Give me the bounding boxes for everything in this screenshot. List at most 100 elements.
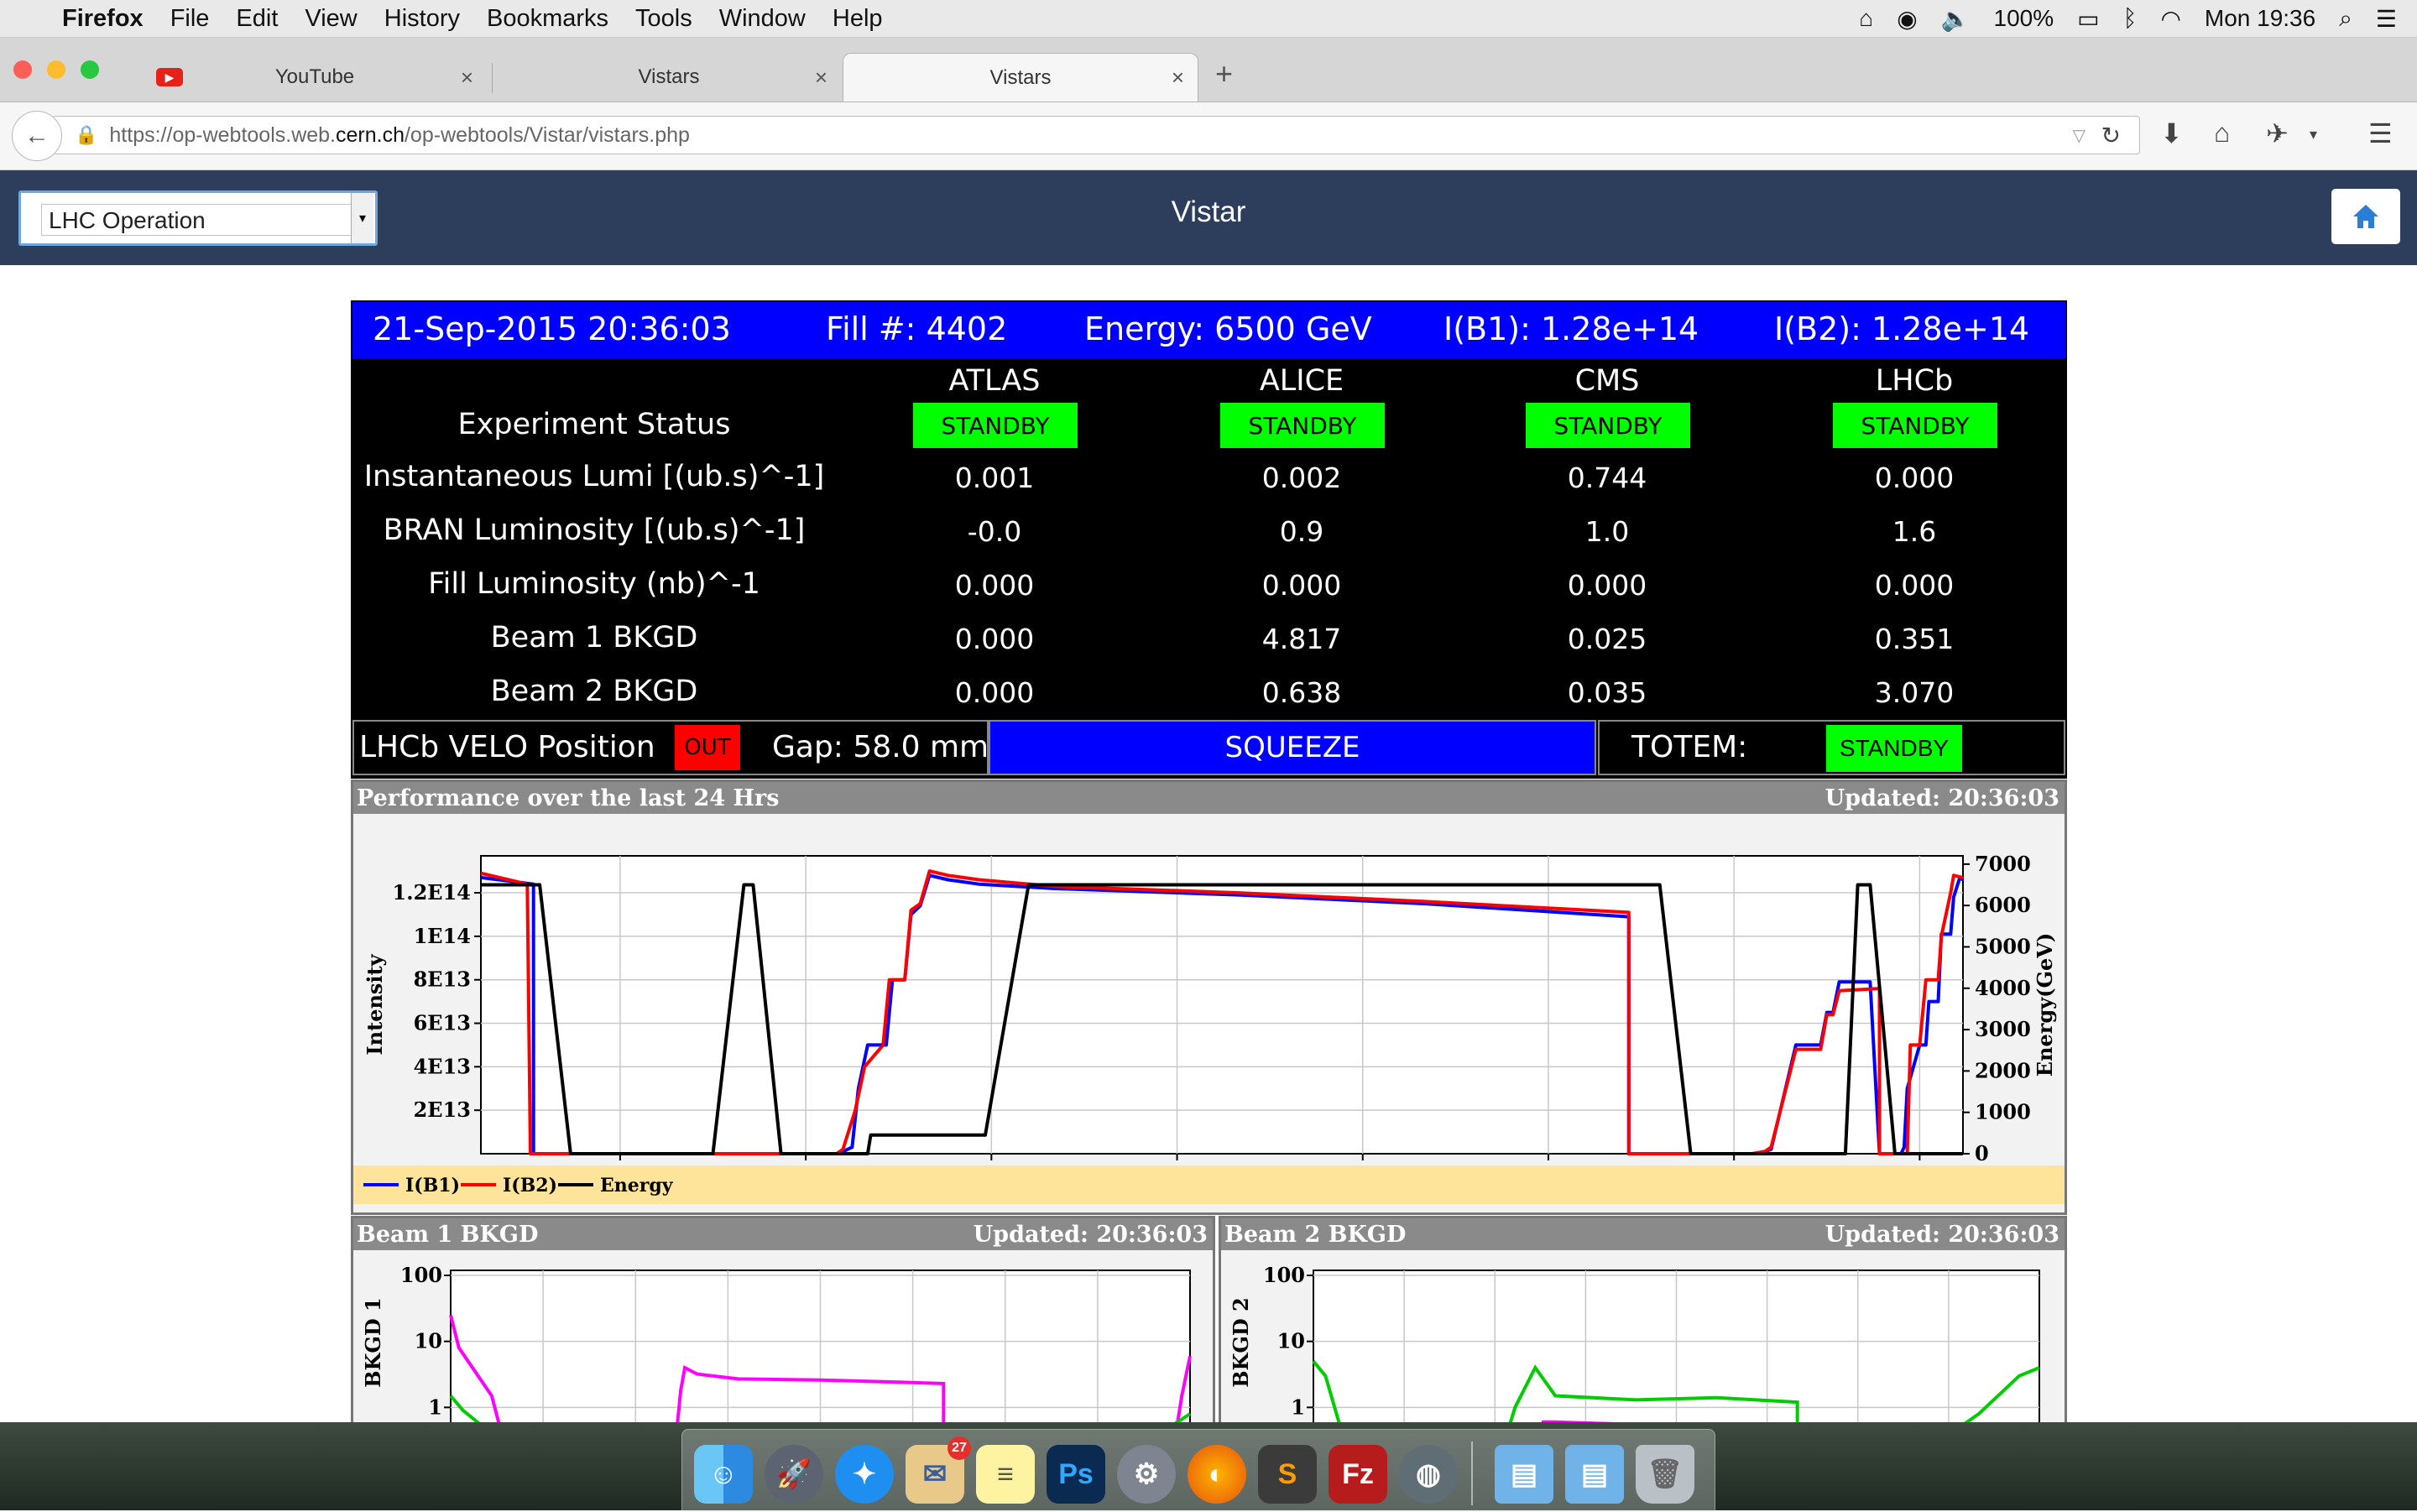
home-button[interactable] <box>2331 189 2400 244</box>
cell-beam2-bkgd-cms: 0.035 <box>1567 676 1647 709</box>
status-ib1: I(B1): 1.28e+14 <box>1443 310 1699 347</box>
airport-icon[interactable]: ⌂ <box>1859 5 1873 32</box>
mail-badge: 27 <box>947 1436 971 1460</box>
beam2-bkgd-header: Beam 2 BKGD Updated: 20:36:03 <box>1221 1218 2065 1250</box>
cell-beam1-bkgd-alice: 4.817 <box>1261 623 1342 655</box>
extension-icon[interactable]: ✈ <box>2266 117 2289 149</box>
filezilla-icon[interactable]: Fz <box>1329 1445 1387 1504</box>
cell-bran-lumi-atlas: -0.0 <box>967 515 1022 548</box>
system-preferences-icon[interactable]: ⚙ <box>1117 1445 1176 1504</box>
sequel-pro-icon[interactable]: ◍ <box>1399 1445 1458 1504</box>
battery-percent[interactable]: 100% <box>1994 5 2054 32</box>
notes-icon[interactable]: ≡ <box>976 1445 1035 1504</box>
y-tick-label: 1 <box>1291 1395 1305 1419</box>
wifi-icon[interactable]: ◠ <box>2160 5 2180 33</box>
extension-dropdown-icon[interactable]: ▾ <box>2310 126 2317 143</box>
sublime-text-icon[interactable]: S <box>1258 1445 1317 1504</box>
launchpad-icon[interactable]: 🚀 <box>765 1445 823 1504</box>
menubar-clock[interactable]: Mon 19:36 <box>2205 5 2315 32</box>
app-header: LHC Operation ▾ Vistar <box>0 170 2417 265</box>
url-domain: cern.ch <box>336 123 405 147</box>
totem-state-badge: STANDBY <box>1826 725 1962 772</box>
status-badge-alice: STANDBY <box>1220 403 1385 448</box>
documents-folder-icon[interactable]: ▤ <box>1565 1445 1624 1504</box>
row-label-fill-lumi: Fill Luminosity (nb)^-1 <box>428 567 760 601</box>
firefox-icon[interactable]: ◐ <box>1188 1445 1246 1504</box>
velo-status-bar: LHCb VELO Position OUT Gap: 58.0 mm SQUE… <box>351 718 2067 779</box>
finder-icon[interactable]: ☺ <box>694 1445 753 1504</box>
lock-icon[interactable]: 🔒 <box>75 124 97 146</box>
beam-status-bar: 21-Sep-2015 20:36:03 Fill #: 4402 Energy… <box>351 300 2067 361</box>
row-label-beam1-bkgd: Beam 1 BKGD <box>490 621 698 654</box>
y2-tick-label: 4000 <box>1975 976 2031 1000</box>
photoshop-icon[interactable]: Ps <box>1047 1445 1105 1504</box>
menu-tools[interactable]: Tools <box>635 5 692 33</box>
volume-icon[interactable]: 🔈 <box>1941 5 1971 33</box>
performance-chart-title: Performance over the last 24 Hrs <box>357 785 780 811</box>
tab-close-icon[interactable]: × <box>815 65 827 91</box>
menu-window[interactable]: Window <box>719 5 806 33</box>
history-dropdown-icon[interactable]: ▽ <box>2073 125 2086 146</box>
cell-beam1-bkgd-cms: 0.025 <box>1567 623 1647 655</box>
cell-beam1-bkgd-lhcb: 0.351 <box>1874 623 1955 655</box>
macos-dock: ☺ 🚀 ✦ ✉ 27 ≡ Ps ⚙ ◐ S Fz ◍ ▤ ▤ 🗑 <box>0 1422 2417 1512</box>
tab-close-icon[interactable]: × <box>1172 65 1184 91</box>
tab-youtube[interactable]: ▶ YouTube × <box>143 53 487 102</box>
tab-bar: ▶ YouTube × Vistars × Vistars × + <box>0 38 2417 102</box>
status-fill: Fill #: 4402 <box>826 310 1008 347</box>
page-title: Vistar <box>1171 196 1246 228</box>
menu-bookmarks[interactable]: Bookmarks <box>487 5 608 33</box>
y-tick-label: 100 <box>1263 1263 1305 1287</box>
cell-bran-lumi-cms: 1.0 <box>1584 515 1630 548</box>
hamburger-menu-icon[interactable]: ☰ <box>2368 117 2393 149</box>
menu-file[interactable]: File <box>170 5 210 33</box>
window-minimize-button[interactable] <box>47 60 65 79</box>
menu-app-name[interactable]: Firefox <box>62 5 144 33</box>
machine-mode: SQUEEZE <box>989 720 1596 775</box>
cell-fill-lumi-lhcb: 0.000 <box>1874 569 1955 602</box>
tab-vistars-active[interactable]: Vistars × <box>843 53 1198 102</box>
cell-beam2-bkgd-alice: 0.638 <box>1261 676 1342 709</box>
beam1-bkgd-chart: 0.1110100BKGD 1 <box>361 1263 1192 1426</box>
bluetooth-icon[interactable]: ᛒ <box>2123 5 2138 32</box>
status-badge-atlas: STANDBY <box>913 403 1078 448</box>
downloads-icon[interactable]: ⬇ <box>2160 117 2183 149</box>
beam2-bkgd-chart: 0.1110100BKGD 2 <box>1229 1263 2040 1426</box>
reload-icon[interactable]: ↻ <box>2101 122 2121 149</box>
cell-inst-lumi-lhcb: 0.000 <box>1874 461 1955 494</box>
y-tick-label: 1 <box>428 1395 442 1419</box>
notification-center-icon[interactable]: ☰ <box>2376 5 2397 33</box>
totem-label: TOTEM: <box>1631 730 1748 764</box>
home-icon <box>2353 205 2378 228</box>
battery-icon[interactable]: ▭ <box>2077 5 2099 33</box>
menu-history[interactable]: History <box>384 5 460 33</box>
tab-close-icon[interactable]: × <box>461 65 473 91</box>
beam1-bkgd-updated: Updated: 20:36:03 <box>973 1222 1208 1248</box>
safari-icon[interactable]: ✦ <box>835 1445 894 1504</box>
menu-view[interactable]: View <box>305 5 357 33</box>
sync-icon[interactable]: ◉ <box>1897 5 1917 33</box>
mail-icon[interactable]: ✉ 27 <box>906 1436 971 1504</box>
y2-tick-label: 2000 <box>1975 1058 2031 1082</box>
y-tick-label: 10 <box>1277 1329 1305 1353</box>
applications-folder-icon[interactable]: ▤ <box>1495 1445 1553 1504</box>
tab-label: Vistars <box>638 65 700 88</box>
y2-tick-label: 6000 <box>1975 893 2031 917</box>
spotlight-search-icon[interactable]: ⌕ <box>2339 5 2352 33</box>
window-close-button[interactable] <box>13 60 32 79</box>
cell-inst-lumi-cms: 0.744 <box>1567 461 1647 494</box>
menu-help[interactable]: Help <box>833 5 883 33</box>
beam2-bkgd-updated: Updated: 20:36:03 <box>1824 1222 2059 1248</box>
beam2-bkgd-title: Beam 2 BKGD <box>1224 1222 1407 1248</box>
row-label-inst-lumi: Instantaneous Lumi [(ub.s)^-1] <box>363 460 825 493</box>
velo-label: LHCb VELO Position <box>359 730 655 764</box>
window-zoom-button[interactable] <box>81 60 99 79</box>
trash-icon[interactable]: 🗑 <box>1636 1445 1694 1504</box>
beam1-bkgd-title: Beam 1 BKGD <box>357 1222 539 1248</box>
home-icon[interactable]: ⌂ <box>2214 117 2230 149</box>
new-tab-plus-icon[interactable]: + <box>1215 56 1233 91</box>
url-bar[interactable]: 🔒 https://op-webtools.web.cern.ch/op-web… <box>52 116 2140 154</box>
back-button[interactable]: ← <box>12 111 62 161</box>
tab-vistars-1[interactable]: Vistars × <box>497 53 841 102</box>
menu-edit[interactable]: Edit <box>236 5 278 33</box>
